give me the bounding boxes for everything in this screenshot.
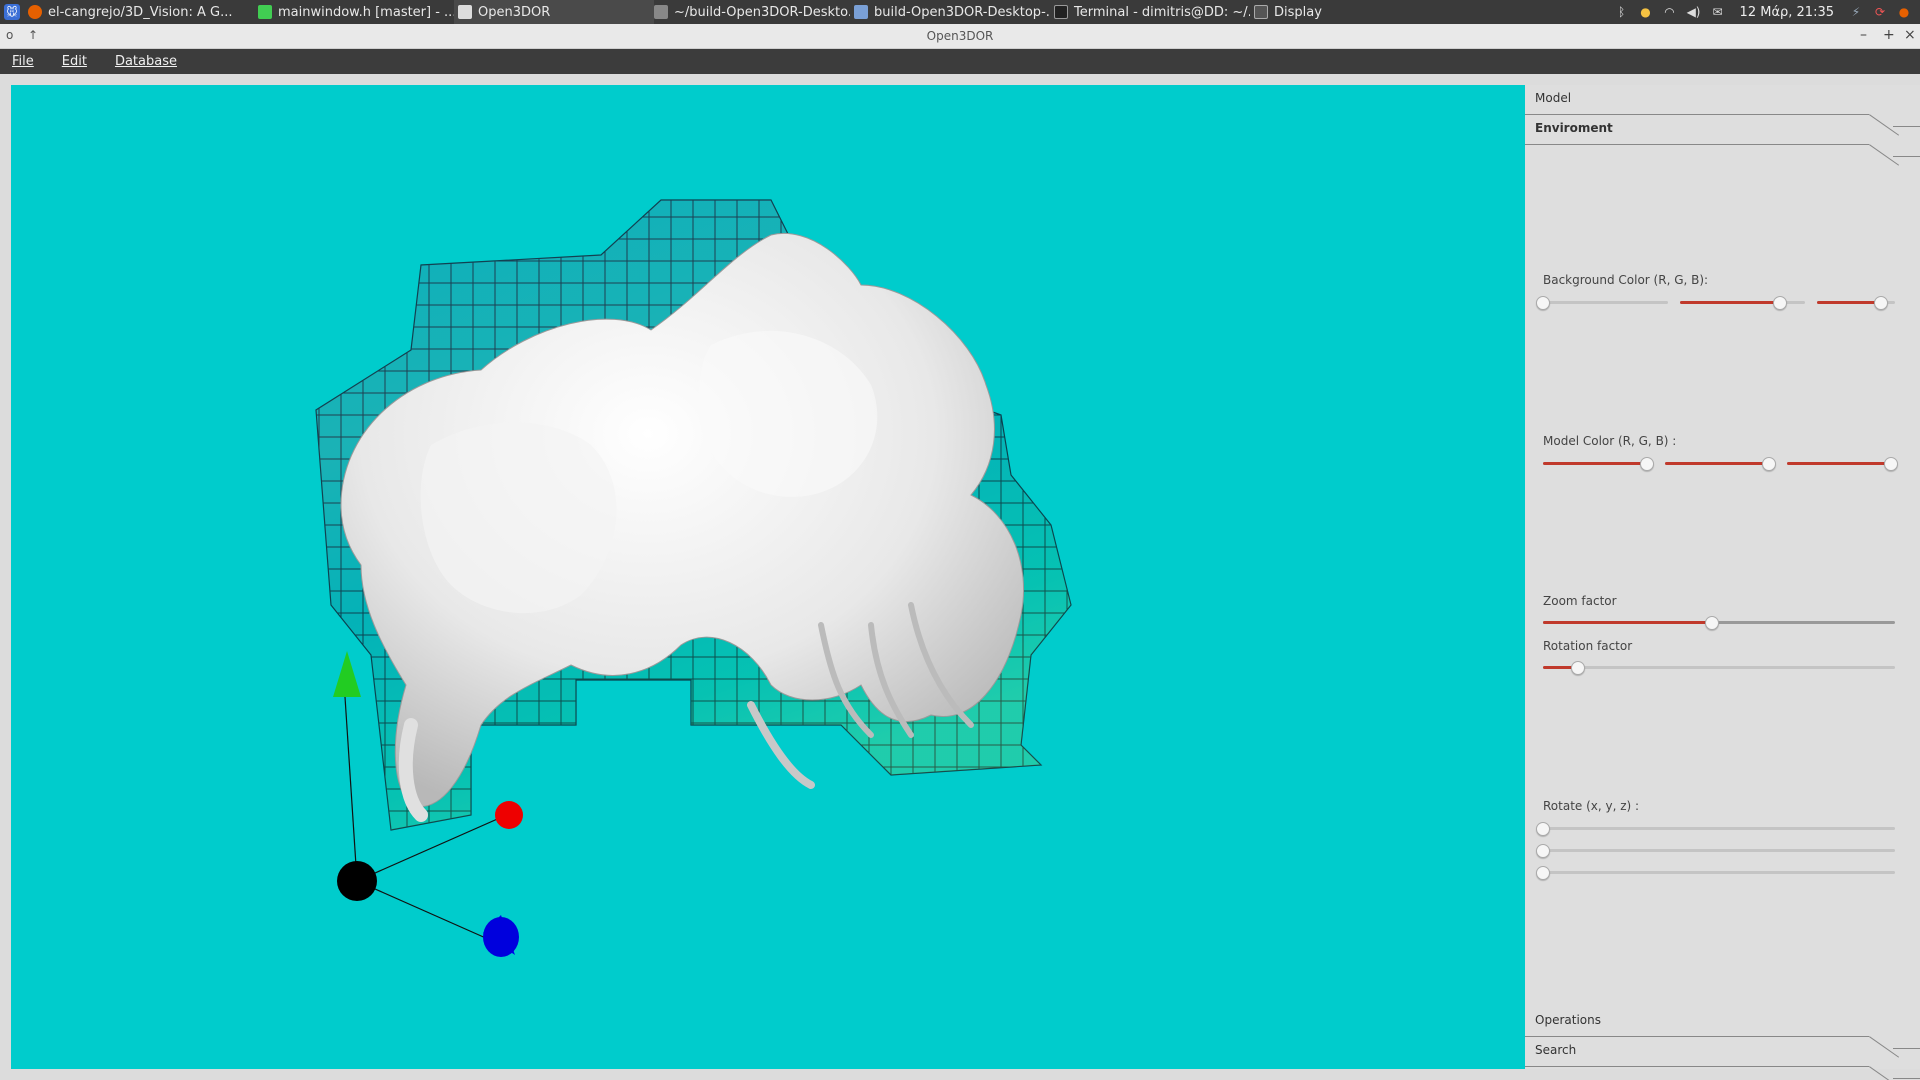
zoom-factor-label: Zoom factor bbox=[1543, 594, 1617, 608]
model-g-slider[interactable] bbox=[1665, 457, 1776, 471]
folder-icon bbox=[854, 5, 868, 19]
x-axis-sphere bbox=[495, 801, 523, 829]
menu-database[interactable]: Database bbox=[111, 52, 181, 71]
maximize-icon[interactable]: + bbox=[1883, 27, 1895, 43]
clock[interactable]: 12 Μάρ, 21:35 bbox=[1740, 5, 1834, 20]
menu-bar: File Edit Database bbox=[0, 49, 1920, 74]
origin-sphere bbox=[337, 861, 377, 901]
tab-model[interactable]: Model bbox=[1525, 85, 1920, 136]
power-icon[interactable]: ⚡ bbox=[1848, 4, 1864, 20]
menu-file[interactable]: File bbox=[8, 52, 38, 71]
rotate-xyz-label: Rotate (x, y, z) : bbox=[1543, 799, 1640, 813]
taskbar-item-terminal[interactable]: Terminal - dimitris@DD: ~/... bbox=[1050, 0, 1250, 24]
firefox-icon bbox=[28, 5, 42, 19]
y-axis-cone bbox=[333, 651, 361, 697]
model-color-label: Model Color (R, G, B) : bbox=[1543, 434, 1677, 448]
mail-icon[interactable]: ✉ bbox=[1710, 4, 1726, 20]
taskbar-item-qtcreator[interactable]: mainwindow.h [master] - ... bbox=[254, 0, 454, 24]
background-color-label: Background Color (R, G, B): bbox=[1543, 273, 1709, 287]
xfce-mouse-icon: 🐭 bbox=[4, 4, 20, 20]
tab-environment[interactable]: Enviroment bbox=[1525, 115, 1920, 166]
display-icon bbox=[1254, 5, 1268, 19]
rotation-factor-label: Rotation factor bbox=[1543, 639, 1633, 653]
wifi-icon[interactable]: ◠ bbox=[1662, 4, 1678, 20]
zoom-factor-slider[interactable] bbox=[1543, 616, 1895, 630]
tab-search[interactable]: Search bbox=[1525, 1037, 1920, 1080]
3d-viewport[interactable] bbox=[11, 85, 1525, 1069]
rotation-factor-slider[interactable] bbox=[1543, 661, 1895, 675]
taskbar-item-firefox[interactable]: el-cangrejo/3D_Vision: A G... bbox=[24, 0, 254, 24]
close-icon[interactable]: × bbox=[1904, 27, 1916, 43]
rotate-y-slider[interactable] bbox=[1536, 844, 1895, 858]
window-icon bbox=[458, 5, 472, 19]
menu-edit[interactable]: Edit bbox=[58, 52, 91, 71]
tab-operations[interactable]: Operations bbox=[1525, 1007, 1920, 1058]
model-r-slider[interactable] bbox=[1543, 457, 1654, 471]
taskbar-item-build-folder[interactable]: build-Open3DOR-Desktop-... bbox=[850, 0, 1050, 24]
system-tray: ᛒ ● ◠ ◀) ✉ 12 Μάρ, 21:35 ⚡ ⟳ ● bbox=[1614, 0, 1920, 24]
window-titlebar[interactable]: o ↑ Open3DOR – + × bbox=[0, 24, 1920, 49]
model-b-slider[interactable] bbox=[1787, 457, 1898, 471]
terminal-icon bbox=[1054, 5, 1068, 19]
3d-scene bbox=[315, 199, 1072, 957]
start-menu-button[interactable]: 🐭 bbox=[0, 0, 24, 24]
update-icon[interactable]: ⟳ bbox=[1872, 4, 1888, 20]
volume-icon[interactable]: ◀) bbox=[1686, 4, 1702, 20]
terminal-icon bbox=[654, 5, 668, 19]
rotate-z-slider[interactable] bbox=[1536, 866, 1895, 880]
firefox-tray-icon[interactable]: ● bbox=[1896, 4, 1912, 20]
background-b-slider[interactable] bbox=[1817, 296, 1895, 310]
minimize-icon[interactable]: – bbox=[1860, 27, 1867, 43]
window-title: Open3DOR bbox=[926, 29, 994, 43]
weather-icon[interactable]: ● bbox=[1638, 4, 1654, 20]
background-g-slider[interactable] bbox=[1680, 296, 1805, 310]
rotate-x-slider[interactable] bbox=[1536, 822, 1895, 836]
background-r-slider[interactable] bbox=[1536, 296, 1668, 310]
taskbar-item-display[interactable]: Display bbox=[1250, 0, 1370, 24]
properties-panel: Model Enviroment Background Color (R, G,… bbox=[1525, 85, 1920, 1080]
taskbar-item-build-terminal[interactable]: ~/build-Open3DOR-Deskto... bbox=[650, 0, 850, 24]
qtcreator-icon bbox=[258, 5, 272, 19]
bluetooth-icon[interactable]: ᛒ bbox=[1614, 4, 1630, 20]
taskbar-item-open3dor[interactable]: Open3DOR bbox=[454, 0, 654, 24]
system-taskbar: 🐭 el-cangrejo/3D_Vision: A G... mainwind… bbox=[0, 0, 1920, 24]
